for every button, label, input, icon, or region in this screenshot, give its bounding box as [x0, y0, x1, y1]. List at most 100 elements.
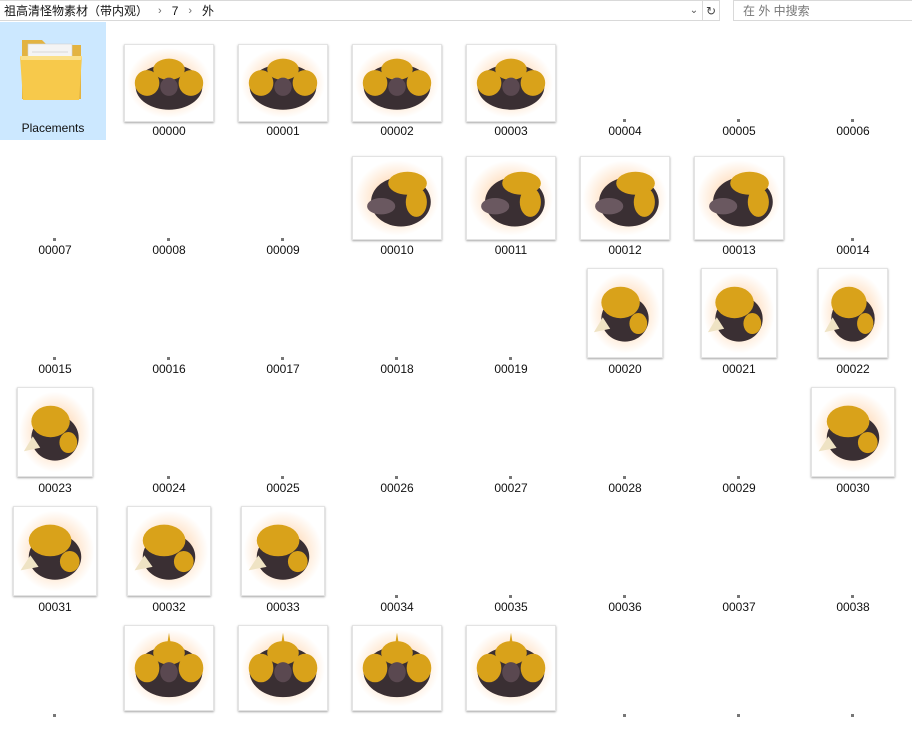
- file-name: 00000: [152, 124, 186, 138]
- file-name: 00022: [836, 362, 870, 376]
- file-item[interactable]: 00036: [572, 500, 678, 618]
- file-name: 00013: [722, 243, 756, 257]
- address-bar[interactable]: 祖高清怪物素材（带内观） › 7 › 外 ⌄ ↻: [0, 0, 720, 21]
- file-name: 00002: [380, 124, 414, 138]
- file-item[interactable]: 00019: [458, 262, 564, 380]
- blank-thumbnail: [281, 476, 284, 479]
- file-item[interactable]: [2, 619, 108, 730]
- file-item[interactable]: 00003: [458, 24, 564, 142]
- file-item[interactable]: 00031: [2, 500, 108, 618]
- file-item[interactable]: 00013: [686, 143, 792, 261]
- file-name: 00035: [494, 600, 528, 614]
- image-thumbnail: [811, 387, 895, 477]
- file-item[interactable]: [344, 619, 450, 730]
- blank-thumbnail: [167, 357, 170, 360]
- breadcrumb-item-root[interactable]: 祖高清怪物素材（带内观）: [0, 2, 152, 19]
- file-item[interactable]: 00001: [230, 24, 336, 142]
- image-thumbnail: [466, 44, 556, 122]
- blank-thumbnail: [623, 119, 626, 122]
- blank-thumbnail: [737, 119, 740, 122]
- file-name: 00012: [608, 243, 642, 257]
- blank-thumbnail: [737, 714, 740, 717]
- image-thumbnail: [466, 156, 556, 240]
- image-thumbnail: [124, 44, 214, 122]
- blank-thumbnail: [851, 119, 854, 122]
- file-name: 00038: [836, 600, 870, 614]
- file-item[interactable]: [116, 619, 222, 730]
- file-name: 00029: [722, 481, 756, 495]
- file-item[interactable]: [800, 619, 906, 730]
- file-item[interactable]: 00038: [800, 500, 906, 618]
- file-name: 00017: [266, 362, 300, 376]
- file-item[interactable]: 00007: [2, 143, 108, 261]
- file-item[interactable]: 00004: [572, 24, 678, 142]
- file-item[interactable]: 00015: [2, 262, 108, 380]
- file-item[interactable]: 00000: [116, 24, 222, 142]
- image-thumbnail: [818, 268, 888, 358]
- file-item[interactable]: 00006: [800, 24, 906, 142]
- file-item[interactable]: 00020: [572, 262, 678, 380]
- blank-thumbnail: [851, 238, 854, 241]
- breadcrumb-item-7[interactable]: 7: [168, 4, 183, 18]
- folder-item-placements[interactable]: Placements: [0, 22, 106, 140]
- folder-icon: [18, 34, 86, 104]
- file-item[interactable]: 00014: [800, 143, 906, 261]
- file-item[interactable]: 00021: [686, 262, 792, 380]
- file-item[interactable]: 00026: [344, 381, 450, 499]
- file-item[interactable]: 00010: [344, 143, 450, 261]
- file-item[interactable]: 00035: [458, 500, 564, 618]
- file-name: 00026: [380, 481, 414, 495]
- file-item[interactable]: 00011: [458, 143, 564, 261]
- file-item[interactable]: 00037: [686, 500, 792, 618]
- file-item[interactable]: 00012: [572, 143, 678, 261]
- file-item[interactable]: 00033: [230, 500, 336, 618]
- refresh-icon[interactable]: ↻: [702, 1, 719, 20]
- file-name: 00024: [152, 481, 186, 495]
- file-item[interactable]: 00005: [686, 24, 792, 142]
- file-item[interactable]: [572, 619, 678, 730]
- file-item[interactable]: 00016: [116, 262, 222, 380]
- image-thumbnail: [580, 156, 670, 240]
- blank-thumbnail: [167, 238, 170, 241]
- chevron-right-icon[interactable]: ›: [182, 5, 198, 17]
- image-thumbnail: [17, 387, 93, 477]
- blank-thumbnail: [623, 476, 626, 479]
- file-name: 00030: [836, 481, 870, 495]
- file-name: 00011: [494, 243, 528, 257]
- search-box[interactable]: [733, 0, 912, 21]
- file-name: 00010: [380, 243, 414, 257]
- navigation-bar: 祖高清怪物素材（带内观） › 7 › 外 ⌄ ↻: [0, 0, 912, 22]
- file-item[interactable]: 00017: [230, 262, 336, 380]
- file-item[interactable]: 00028: [572, 381, 678, 499]
- chevron-right-icon[interactable]: ›: [152, 5, 168, 17]
- file-item[interactable]: 00009: [230, 143, 336, 261]
- file-item[interactable]: [458, 619, 564, 730]
- file-name: 00018: [380, 362, 414, 376]
- file-item[interactable]: 00030: [800, 381, 906, 499]
- file-item[interactable]: 00027: [458, 381, 564, 499]
- search-input[interactable]: [734, 1, 912, 20]
- file-item[interactable]: 00025: [230, 381, 336, 499]
- image-thumbnail: [241, 506, 325, 596]
- file-item[interactable]: 00018: [344, 262, 450, 380]
- file-item[interactable]: 00029: [686, 381, 792, 499]
- image-thumbnail: [238, 625, 328, 711]
- chevron-down-icon[interactable]: ⌄: [686, 1, 702, 20]
- file-item[interactable]: 00024: [116, 381, 222, 499]
- breadcrumb-item-current[interactable]: 外: [198, 2, 218, 19]
- file-item[interactable]: 00008: [116, 143, 222, 261]
- file-item[interactable]: 00023: [2, 381, 108, 499]
- file-item[interactable]: 00034: [344, 500, 450, 618]
- file-item[interactable]: 00022: [800, 262, 906, 380]
- file-item[interactable]: [686, 619, 792, 730]
- file-item[interactable]: 00002: [344, 24, 450, 142]
- image-thumbnail: [238, 44, 328, 122]
- file-name: 00014: [836, 243, 870, 257]
- blank-thumbnail: [623, 595, 626, 598]
- file-item[interactable]: 00032: [116, 500, 222, 618]
- blank-thumbnail: [53, 714, 56, 717]
- blank-thumbnail: [737, 476, 740, 479]
- image-thumbnail: [352, 44, 442, 122]
- file-item[interactable]: [230, 619, 336, 730]
- blank-thumbnail: [623, 714, 626, 717]
